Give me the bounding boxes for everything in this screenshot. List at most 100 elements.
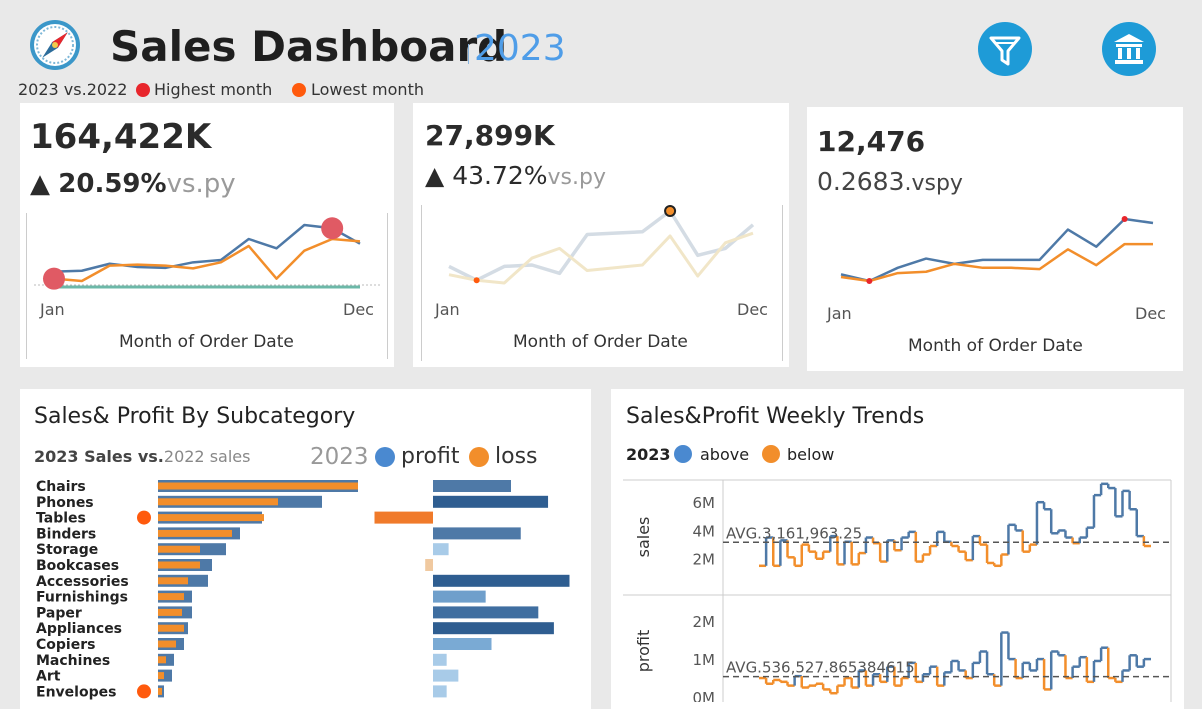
bar-2022 [158,577,188,585]
kpi-value: 12,476 [817,125,926,158]
highest-month-marker [1121,216,1128,222]
bank-icon [1114,34,1144,64]
profit-bar [433,543,449,556]
series-line-2023 [840,217,1154,283]
y-tick-label: 2M [693,613,716,631]
profit-bar [433,638,492,650]
y-axis-title: profit [634,630,653,673]
kpi-sparkline-sales [34,217,380,290]
category-label: Storage [36,542,98,558]
category-label: Appliances [36,621,122,637]
bar-2022 [158,593,184,601]
filter-icon [989,36,1021,66]
axis-end-label: Dec [343,300,374,319]
lowest-month-label: Lowest month [311,80,424,99]
compass-logo-icon [28,18,82,72]
bank-button[interactable] [1102,22,1156,76]
subcategory-bar-chart: ChairsPhonesTablesBindersStorageBookcase… [36,479,570,700]
category-label: Machines [36,653,110,669]
series-line-2022 [448,231,754,285]
axis-start-label: Jan [827,304,852,323]
profit-bar [433,480,511,492]
kpi-change-row: 0.2683.vspy [817,167,963,196]
kpi-change-row: ▲ 43.72%vs.py [425,161,606,190]
highest-month-label: Highest month [154,80,273,99]
category-label: Paper [36,605,82,621]
bar-2022 [158,529,232,537]
kpi-card-profit: 27,899K ▲ 43.72%vs.py Jan Dec Month of O… [413,103,789,367]
loss-bar [425,559,433,571]
kpi-change: 20.59% [58,169,167,199]
loss-indicator-dot [137,510,151,525]
axis-end-label: Dec [737,300,768,319]
profit-bar [433,606,539,619]
bar-2022 [158,514,264,522]
bar-2022 [158,561,200,569]
category-label: Envelopes [36,684,116,700]
y-axis-title: sales [634,517,653,558]
kpi-change-suffix: vs.py [547,165,606,190]
highest-month-dot [136,83,150,97]
profit-bar [433,527,521,540]
up-arrow-icon: ▲ [30,169,50,199]
average-label: AVG.536,527.865384615 [726,659,915,677]
compare-label: 2023 vs.2022 [18,80,128,99]
filter-button[interactable] [978,22,1032,76]
bar-2022 [158,545,200,553]
series-line-2022 [840,242,1153,283]
lowest-month-marker [43,267,65,290]
axis-end-label: Dec [1135,304,1166,323]
category-label: Binders [36,526,96,542]
y-tick-label: 4M [693,522,716,540]
axis-title: Month of Order Date [513,332,688,352]
y-tick-label: 2M [693,551,716,569]
average-label: AVG.3,161,963.25 [726,524,862,542]
y-tick-label: 1M [693,651,716,669]
kpi-change-suffix: vs.py [166,169,236,199]
category-label: Furnishings [36,590,128,606]
category-label: Copiers [36,637,95,653]
category-label: Bookcases [36,558,119,574]
kpi-card-sales: 164,422K ▲ 20.59%vs.py Jan Dec Month of … [20,103,394,367]
dashboard-header: Sales Dashboard 2023 2023 vs.2022 Highes… [0,0,1202,100]
axis-title: Month of Order Date [908,336,1083,356]
bar-2022 [158,498,278,506]
bar-2022 [158,482,358,490]
bar-2022 [158,640,176,648]
lowest-month-dot [292,83,306,97]
bar-2022 [158,656,166,664]
category-label: Tables [36,511,86,527]
bar-2022 [158,624,184,632]
highest-month-marker [664,205,677,217]
title-divider [468,44,469,64]
loss-indicator-dot [137,684,151,699]
bar-2022 [158,608,182,616]
kpi-sparkline-profit [448,205,755,285]
lowest-month-marker [866,278,873,284]
axis-title: Month of Order Date [119,332,294,352]
profit-bar [433,653,447,666]
profit-bar [433,669,459,682]
page-year: 2023 [474,28,566,69]
category-label: Phones [36,495,94,511]
kpi-change: 0.2683 [817,167,905,196]
subcategory-panel: Sales& Profit By Subcategory 2023 Sales … [20,389,591,709]
axis-start-label: Jan [435,300,460,319]
weekly-trends-panel: Sales&Profit Weekly Trends 2023 above be… [611,389,1184,709]
kpi-change: 43.72% [452,161,548,190]
kpi-change-suffix: .vspy [904,171,963,196]
bar-2022 [158,672,164,680]
profit-bar [433,685,447,698]
category-label: Art [36,669,61,685]
lowest-month-marker [473,277,480,284]
kpi-card-quantity: 12,476 0.2683.vspy Jan Dec Month of Orde… [807,107,1183,371]
profit-bar [433,495,549,508]
up-arrow-icon: ▲ [425,161,445,190]
axis-start-label: Jan [40,300,65,319]
y-tick-label: 0M [693,689,716,702]
kpi-value: 164,422K [30,117,212,157]
profit-bar [433,574,570,587]
kpi-value: 27,899K [425,119,555,152]
weekly-trends-chart: 6M 4M 2M sales AVG.3,161,963.25 2M 1M 0M profit A… [623,479,1172,702]
category-label: Chairs [36,479,86,495]
